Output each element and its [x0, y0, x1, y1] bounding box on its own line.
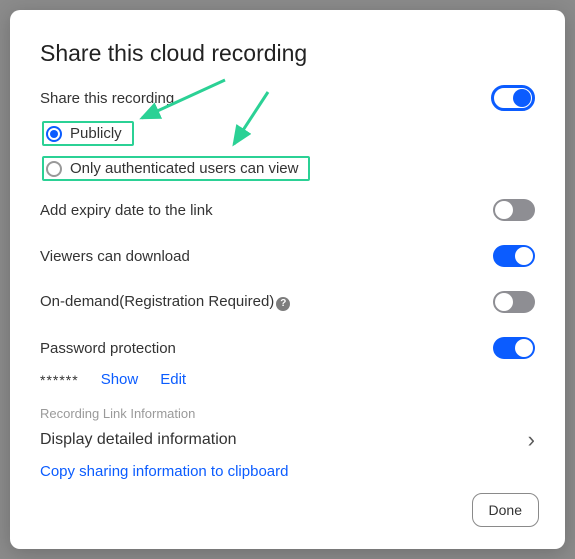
section-recording-link-info: Recording Link Information	[40, 406, 535, 421]
radio-publicly[interactable]: Publicly	[42, 121, 134, 146]
download-toggle[interactable]	[493, 245, 535, 267]
password-controls: ****** Show Edit	[40, 371, 535, 388]
radio-auth-only-label: Only authenticated users can view	[70, 160, 298, 177]
copy-sharing-info-link[interactable]: Copy sharing information to clipboard	[40, 463, 288, 480]
ondemand-text: On-demand(Registration Required)?	[40, 293, 290, 311]
help-icon[interactable]: ?	[276, 297, 290, 311]
expiry-label: Add expiry date to the link	[40, 202, 213, 219]
password-edit-link[interactable]: Edit	[160, 371, 186, 388]
display-detailed-row[interactable]: Display detailed information ›	[40, 429, 535, 451]
share-modal: Share this cloud recording Share this re…	[10, 10, 565, 549]
ondemand-label: On-demand(Registration Required)	[40, 293, 274, 310]
password-label: Password protection	[40, 340, 176, 357]
share-recording-label: Share this recording	[40, 90, 174, 107]
display-detailed-label: Display detailed information	[40, 431, 237, 449]
password-masked: ******	[40, 372, 79, 388]
expiry-row: Add expiry date to the link	[40, 199, 535, 221]
radio-publicly-label: Publicly	[70, 125, 122, 142]
password-show-link[interactable]: Show	[101, 371, 139, 388]
done-button[interactable]: Done	[472, 493, 539, 527]
radio-auth-only[interactable]: Only authenticated users can view	[42, 156, 310, 181]
password-toggle[interactable]	[493, 337, 535, 359]
ondemand-row: On-demand(Registration Required)?	[40, 291, 535, 313]
share-recording-row: Share this recording	[40, 85, 535, 111]
visibility-radio-group: Publicly Only authenticated users can vi…	[42, 121, 535, 181]
modal-title: Share this cloud recording	[40, 40, 535, 67]
expiry-toggle[interactable]	[493, 199, 535, 221]
ondemand-toggle[interactable]	[493, 291, 535, 313]
radio-icon	[46, 126, 62, 142]
share-recording-toggle[interactable]	[491, 85, 535, 111]
download-row: Viewers can download	[40, 245, 535, 267]
password-row: Password protection	[40, 337, 535, 359]
download-label: Viewers can download	[40, 248, 190, 265]
chevron-right-icon: ›	[528, 429, 535, 451]
radio-icon	[46, 161, 62, 177]
